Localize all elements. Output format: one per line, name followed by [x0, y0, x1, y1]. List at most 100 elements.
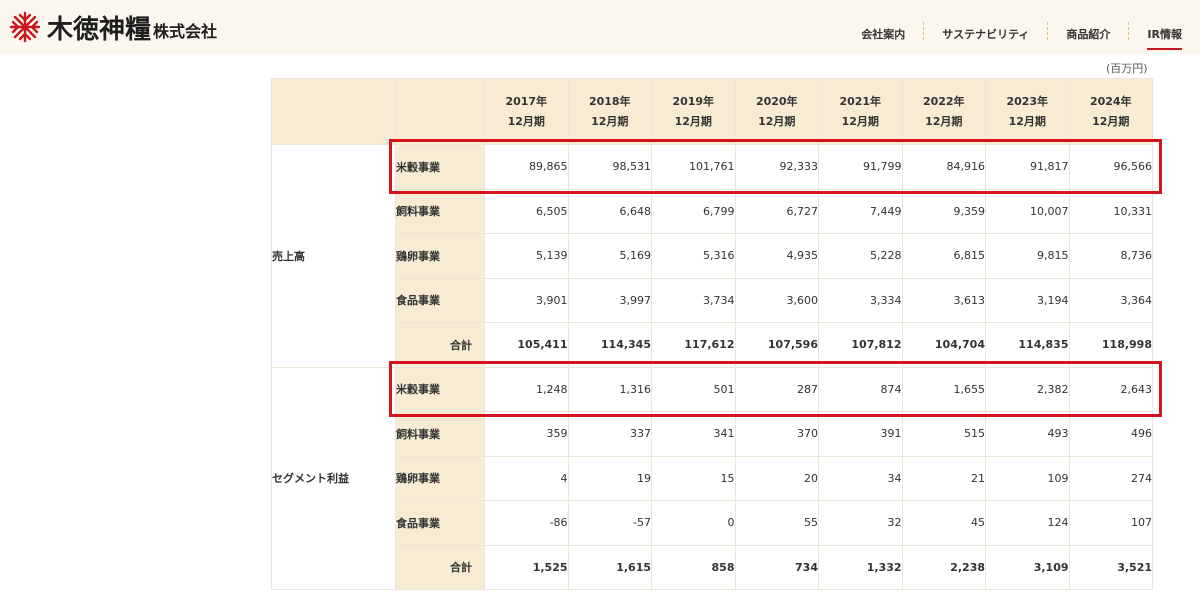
row-label: 鶏卵事業	[395, 233, 485, 279]
value-cell: 3,997	[567, 277, 652, 323]
value-cell: 1,332	[818, 544, 903, 590]
value-cell: 91,817	[985, 144, 1070, 190]
value-cell: 341	[651, 411, 736, 457]
value-cell: 3,613	[901, 277, 986, 323]
value-cell: 107	[1068, 500, 1153, 546]
period-header: 2024年 12月期	[1068, 78, 1153, 145]
row-label: 米穀事業	[395, 144, 485, 190]
value-cell: -57	[567, 500, 652, 546]
value-cell: 2,643	[1068, 366, 1153, 412]
row-label: 米穀事業	[395, 366, 485, 412]
value-cell: 370	[734, 411, 819, 457]
value-cell: 98,531	[567, 144, 652, 190]
value-cell: 3,734	[651, 277, 736, 323]
value-cell: 874	[818, 366, 903, 412]
corner-cell	[271, 78, 396, 145]
value-cell: 10,007	[985, 188, 1070, 234]
value-cell: 118,998	[1068, 322, 1153, 368]
value-cell: 6,727	[734, 188, 819, 234]
value-cell: 89,865	[484, 144, 569, 190]
row-label: 合計	[395, 544, 485, 590]
value-cell: 3,334	[818, 277, 903, 323]
value-cell: 1,525	[484, 544, 569, 590]
table-row: 飼料事業 359 337 341 370 391 515 493 496	[272, 411, 1153, 457]
value-cell: 107,596	[734, 322, 819, 368]
global-nav: 会社案内 サステナビリティ 商品紹介 IR情報	[861, 22, 1182, 50]
value-cell: 117,612	[651, 322, 736, 368]
logo-suffix: 株式会社	[153, 22, 218, 41]
value-cell: 109	[985, 455, 1070, 501]
value-cell: 496	[1068, 411, 1153, 457]
nav-divider	[923, 22, 925, 40]
nav-products[interactable]: 商品紹介	[1066, 22, 1110, 50]
value-cell: 3,901	[484, 277, 569, 323]
value-cell: 2,382	[985, 366, 1070, 412]
logo-name: 木徳神糧	[47, 14, 152, 45]
period-header: 2022年 12月期	[901, 78, 986, 145]
value-cell: 5,228	[818, 233, 903, 279]
period-header: 2017年 12月期	[484, 78, 569, 145]
value-cell: 91,799	[818, 144, 903, 190]
period-header: 2020年 12月期	[734, 78, 819, 145]
table-total-row: 合計 1,525 1,615 858 734 1,332 2,238 3,109 3,521	[272, 544, 1153, 590]
value-cell: 21	[901, 455, 986, 501]
value-cell: 20	[734, 455, 819, 501]
value-cell: 501	[651, 366, 736, 412]
period-header: 2019年 12月期	[651, 78, 736, 145]
value-cell: 1,316	[567, 366, 652, 412]
period-header: 2018年 12月期	[567, 78, 652, 145]
value-cell: 9,359	[901, 188, 986, 234]
value-cell: 359	[484, 411, 569, 457]
value-cell: 10,331	[1068, 188, 1153, 234]
nav-divider	[1128, 22, 1130, 40]
value-cell: 45	[901, 500, 986, 546]
value-cell: 6,648	[567, 188, 652, 234]
value-cell: 7,449	[818, 188, 903, 234]
value-cell: 274	[1068, 455, 1153, 501]
period-header: 2023年 12月期	[985, 78, 1070, 145]
value-cell: 287	[734, 366, 819, 412]
row-label: 合計	[395, 322, 485, 368]
value-cell: 1,248	[484, 366, 569, 412]
value-cell: 3,521	[1068, 544, 1153, 590]
row-label: 飼料事業	[395, 411, 485, 457]
value-cell: 124	[985, 500, 1070, 546]
value-cell: 96,566	[1068, 144, 1153, 190]
period-header: 2021年 12月期	[818, 78, 903, 145]
logo-mark-icon	[9, 11, 41, 43]
value-cell: 32	[818, 500, 903, 546]
value-cell: 5,169	[567, 233, 652, 279]
nav-company[interactable]: 会社案内	[861, 22, 905, 50]
header-row: 2017年 12月期 2018年 12月期 2019年 12月期 2020年 12月期 …	[271, 78, 1153, 145]
value-cell: 101,761	[651, 144, 736, 190]
value-cell: 9,815	[985, 233, 1070, 279]
value-cell: 114,835	[985, 322, 1070, 368]
value-cell: 34	[818, 455, 903, 501]
value-cell: 391	[818, 411, 903, 457]
row-label: 鶏卵事業	[395, 455, 485, 501]
value-cell: 3,194	[985, 277, 1070, 323]
company-logo[interactable]: 木徳神糧 株式会社	[8, 9, 217, 45]
value-cell: 734	[734, 544, 819, 590]
value-cell: 107,812	[818, 322, 903, 368]
value-cell: 114,345	[567, 322, 652, 368]
value-cell: 5,316	[651, 233, 736, 279]
section-title: セグメント利益	[271, 366, 396, 590]
table-row: セグメント利益 米穀事業 1,248 1,316 501 287 874 1,655 2,382…	[271, 366, 1153, 590]
table-row: 売上高 米穀事業 89,865 98,531 101,761 92,333 91,799 84…	[271, 144, 1153, 368]
row-label: 食品事業	[395, 500, 485, 546]
value-cell: 19	[567, 455, 652, 501]
value-cell: 105,411	[484, 322, 569, 368]
value-cell: 2,238	[901, 544, 986, 590]
value-cell: 5,139	[484, 233, 569, 279]
value-cell: -86	[484, 500, 569, 546]
nav-sustainability[interactable]: サステナビリティ	[942, 22, 1029, 50]
table-row: 鶏卵事業 4 19 15 20 34 21 109 274	[272, 455, 1153, 501]
value-cell: 3,109	[985, 544, 1070, 590]
table-row: 飼料事業 6,505 6,648 6,799 6,727 7,449 9,359 10,007…	[272, 188, 1153, 234]
table-total-row: 合計 105,411 114,345 117,612 107,596 107,812 104…	[272, 322, 1153, 368]
nav-ir[interactable]: IR情報	[1147, 22, 1182, 50]
corner-cell	[395, 78, 485, 145]
value-cell: 515	[901, 411, 986, 457]
section-title: 売上高	[271, 144, 396, 368]
